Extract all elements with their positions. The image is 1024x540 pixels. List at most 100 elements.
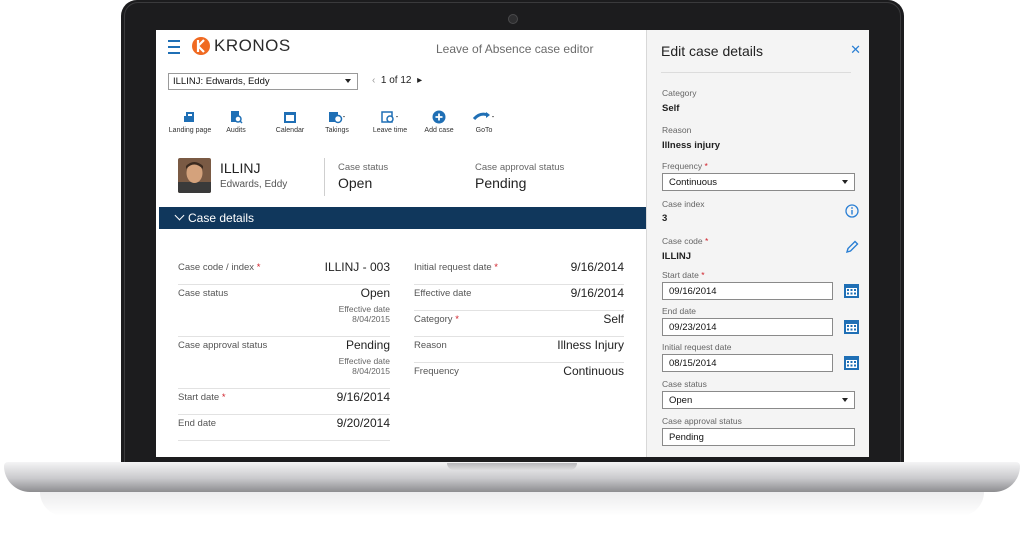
detail-row-frequency: Frequency Continuous — [414, 364, 624, 388]
detail-value: 9/16/2014 — [336, 390, 390, 404]
toolbar-leave-time[interactable]: Leave time — [368, 110, 412, 135]
detail-value: 9/16/2014 — [570, 286, 624, 300]
toolbar-calendar[interactable]: Calendar — [268, 110, 312, 135]
required-marker: * — [704, 161, 708, 171]
toolbar-label: Add case — [424, 127, 454, 134]
detail-label: Case status — [178, 288, 229, 299]
calendar-icon[interactable] — [843, 282, 860, 299]
effective-date-label: Effective date — [338, 356, 390, 366]
required-marker: * — [256, 262, 261, 273]
webcam — [508, 14, 518, 24]
start-date-input[interactable]: 09/16/2014 — [662, 282, 833, 300]
laptop-reflection — [40, 492, 984, 516]
detail-row-case-status: Case status Open Effective date 8/04/201… — [178, 286, 390, 337]
case-details-section-header[interactable]: Case details — [159, 207, 646, 229]
effective-date-value: 8/04/2015 — [352, 314, 390, 324]
toolbar-label: Calendar — [275, 127, 305, 134]
case-approval-label: Case approval status — [475, 162, 565, 173]
toolbar-audits[interactable]: Audits — [214, 110, 258, 135]
detail-row-initial-request: Initial request date * 9/16/2014 — [414, 260, 624, 285]
toolbar-goto[interactable]: GoTo — [462, 110, 506, 135]
detail-row-category: Category * Self — [414, 312, 624, 337]
chevron-down-icon — [842, 180, 848, 184]
info-icon[interactable] — [845, 204, 859, 218]
pager-current: 1 — [380, 75, 387, 86]
required-marker: * — [221, 392, 226, 403]
detail-value: Illness Injury — [557, 338, 624, 352]
case-status-select-value: Open — [669, 395, 693, 406]
case-status-value: Open — [338, 175, 373, 191]
section-label: Case details — [188, 211, 255, 225]
end-date-input[interactable]: 09/23/2014 — [662, 318, 833, 336]
reason-label: Reason — [662, 125, 692, 135]
detail-label: Effective date — [414, 288, 472, 299]
calendar-icon[interactable] — [843, 354, 860, 371]
detail-label: Start date * — [178, 392, 226, 403]
case-status-label: Case status — [662, 379, 707, 389]
avatar-photo — [178, 158, 211, 193]
reason-value: Illness injury — [662, 140, 721, 151]
detail-label: Case approval status — [178, 340, 268, 351]
pager-prev-icon[interactable]: ‹ — [372, 75, 375, 86]
detail-value: ILLINJ - 003 — [324, 260, 390, 274]
detail-value: Pending — [345, 338, 390, 352]
laptop-notch — [447, 463, 577, 470]
chevron-down-icon — [174, 210, 185, 221]
toolbar-label: Audits — [226, 127, 246, 134]
detail-label: Reason — [414, 340, 447, 351]
initial-request-label: Initial request date — [662, 342, 732, 352]
detail-label: Initial request date * — [414, 262, 498, 273]
pager-next-icon[interactable]: ▸ — [417, 75, 422, 86]
detail-row-reason: Reason Illness Injury — [414, 338, 624, 363]
takings-icon — [329, 112, 345, 124]
header-divider — [324, 158, 325, 196]
frequency-select[interactable]: Continuous — [662, 173, 855, 191]
initial-request-input[interactable]: 08/15/2014 — [662, 354, 833, 372]
toolbar-label: Landing page — [168, 127, 212, 134]
approval-status-label: Case approval status — [662, 416, 742, 426]
edit-pencil-icon[interactable] — [845, 240, 859, 254]
menu-icon[interactable] — [168, 40, 180, 58]
effective-date-label: Effective date — [338, 304, 390, 314]
detail-value: 9/20/2014 — [336, 416, 390, 430]
panel-divider — [661, 72, 851, 73]
pager-total: of 12 — [389, 75, 412, 86]
brand-name: KRONOS — [214, 36, 291, 55]
main-content: KRONOS Leave of Absence case editor ILLI… — [156, 30, 646, 457]
toolbar-landing-page[interactable]: Landing page — [168, 110, 212, 135]
end-date-label: End date — [662, 306, 697, 316]
close-icon[interactable]: ✕ — [850, 42, 861, 58]
chevron-down-icon — [842, 398, 848, 402]
landing-page-icon — [184, 112, 194, 122]
calendar-icon[interactable] — [843, 318, 860, 335]
case-index-label: Case index — [662, 199, 705, 209]
toolbar-label: GoTo — [475, 127, 493, 134]
required-marker: * — [494, 262, 498, 273]
toolbar-takings[interactable]: Takings — [315, 110, 359, 135]
add-case-icon — [432, 110, 446, 124]
detail-label: Category * — [414, 314, 459, 325]
detail-row-case-code: Case code / index * ILLINJ - 003 — [178, 260, 390, 285]
employee-select[interactable]: ILLINJ: Edwards, Eddy — [168, 73, 358, 90]
detail-label: Frequency — [414, 366, 459, 377]
effective-date-value: 8/04/2015 — [352, 366, 390, 376]
detail-label: Case code / index * — [178, 262, 261, 273]
detail-row-effective-date: Effective date 9/16/2014 — [414, 286, 624, 311]
detail-row-end-date: End date 9/20/2014 — [178, 416, 390, 441]
required-marker: * — [455, 314, 459, 325]
frequency-label: Frequency * — [662, 161, 708, 171]
toolbar-label: Takings — [325, 127, 349, 134]
detail-value: Open — [360, 286, 390, 300]
approval-status-input[interactable]: Pending — [662, 428, 855, 446]
case-status-select[interactable]: Open — [662, 391, 855, 409]
case-approval-value: Pending — [475, 175, 527, 191]
required-marker: * — [705, 236, 709, 246]
screen: KRONOS Leave of Absence case editor ILLI… — [156, 30, 869, 457]
detail-value: Continuous — [563, 364, 624, 378]
case-code-label: Case code * — [662, 236, 709, 246]
kronos-logo-icon — [192, 37, 210, 55]
start-date-label: Start date * — [662, 270, 705, 280]
audits-icon — [231, 111, 243, 124]
case-index-value: 3 — [662, 213, 668, 224]
toolbar-add-case[interactable]: Add case — [417, 110, 461, 135]
